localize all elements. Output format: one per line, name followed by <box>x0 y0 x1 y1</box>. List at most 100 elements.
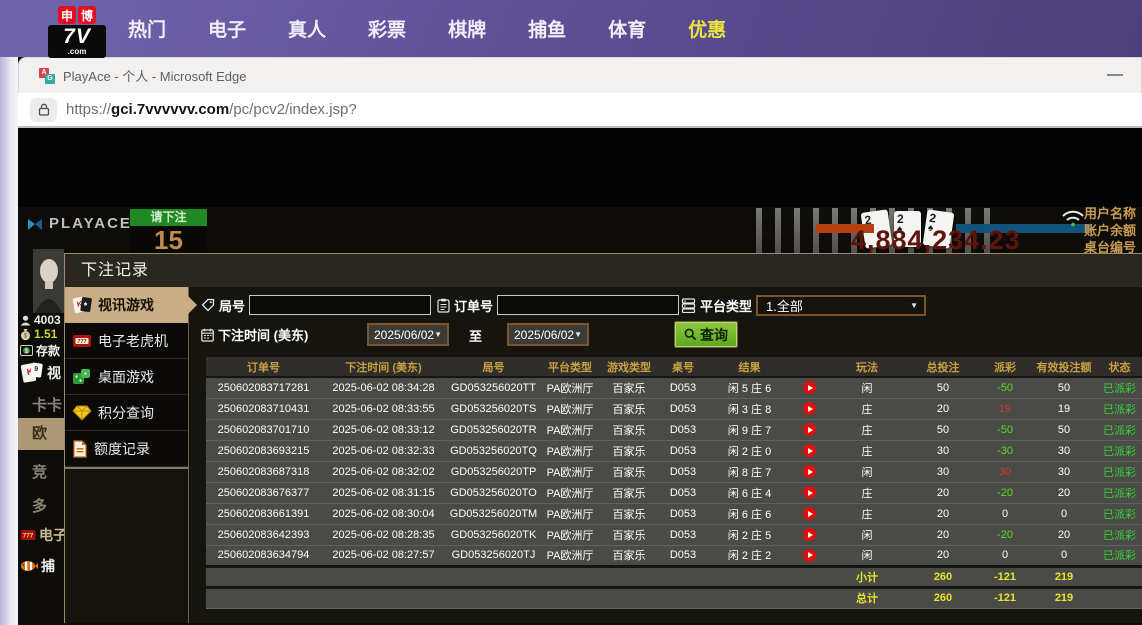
cell-total-bet: 30 <box>908 440 978 461</box>
table-header-row: 订单号下注时间 (美东)局号平台类型游戏类型桌号结果玩法总投注派彩有效投注额状态 <box>206 357 1142 377</box>
tab-credit-records[interactable]: 额度记录 <box>65 431 188 467</box>
rail-duo-item[interactable]: 多 <box>18 495 47 516</box>
address-bar[interactable]: https://gci.7vvvvvv.com/pc/pcv2/index.js… <box>18 93 1142 128</box>
tab-points-query[interactable]: 积分查询 <box>65 395 188 431</box>
rail-duo-label: 多 <box>32 495 47 516</box>
rail-video-item[interactable]: K9 视 <box>20 360 61 386</box>
cell-round-no: GD053256020TR <box>446 419 541 440</box>
cell-valid-bet: 50 <box>1032 419 1096 440</box>
logo-badge-shen: 申 <box>58 6 76 24</box>
cell-table-no: D053 <box>659 440 707 461</box>
cell-replay <box>792 377 826 398</box>
replay-play-icon[interactable] <box>803 486 816 499</box>
date-range-to: 至 <box>469 326 482 345</box>
subtotal-payout: -121 <box>978 566 1032 587</box>
screen: 热门 电子 真人 彩票 棋牌 捕鱼 体育 优惠 申 博 7V .com AG P… <box>0 0 1142 625</box>
platform-filter: 平台类型 1.全部 ▼ <box>681 295 926 316</box>
cell-result: 闲 2 庄 2 <box>707 545 792 566</box>
column-header: 有效投注额 <box>1032 357 1096 377</box>
url-text[interactable]: https://gci.7vvvvvv.com/pc/pcv2/index.js… <box>66 101 357 118</box>
cell-order-no: 250602083661391 <box>206 503 321 524</box>
replay-play-icon[interactable] <box>803 549 816 562</box>
cell-table-no: D053 <box>659 377 707 398</box>
shenbo-7v-logo[interactable]: 申 博 7V .com <box>48 6 106 58</box>
cell-status: 已派彩 <box>1096 398 1142 419</box>
tab-table-games[interactable]: 桌面游戏 <box>65 359 188 395</box>
chevron-down-icon: ▼ <box>910 301 918 310</box>
cell-payout: 30 <box>978 461 1032 482</box>
table-row: 250602083661391 2025-06-02 08:30:04 GD05… <box>206 503 1142 524</box>
nav-item-promotions[interactable]: 优惠 <box>688 15 726 42</box>
date-from-select[interactable]: 2025/06/02 ▼ <box>367 323 449 346</box>
rail-kaka-item[interactable]: 卡卡 <box>18 394 62 415</box>
nav-item-slots[interactable]: 电子 <box>208 15 246 42</box>
rail-slots-item[interactable]: 777 电子 <box>20 525 64 545</box>
table-row: 250602083634794 2025-06-02 08:27:57 GD05… <box>206 545 1142 566</box>
replay-play-icon[interactable] <box>803 528 816 541</box>
nav-item-live[interactable]: 真人 <box>288 15 326 42</box>
rail-europe-item-selected[interactable]: 欧 <box>18 418 64 450</box>
replay-play-icon[interactable] <box>803 444 816 457</box>
deposit-icon: $ <box>20 345 33 356</box>
deposit-item[interactable]: $ 存款 <box>20 342 60 359</box>
window-titlebar: AG PlayAce - 个人 - Microsoft Edge <box>18 57 1142 93</box>
cell-platform: PA欧洲厅 <box>541 419 599 440</box>
cell-platform: PA欧洲厅 <box>541 461 599 482</box>
site-nav: 热门 电子 真人 彩票 棋牌 捕鱼 体育 优惠 <box>128 0 726 57</box>
search-button[interactable]: 查询 <box>675 322 737 347</box>
cell-bet-time: 2025-06-02 08:30:04 <box>321 503 446 524</box>
cell-table-no: D053 <box>659 398 707 419</box>
platform-select[interactable]: 1.全部 ▼ <box>756 295 926 316</box>
cell-payout: 0 <box>978 545 1032 566</box>
cell-bet-time: 2025-06-02 08:28:35 <box>321 524 446 545</box>
table-row: 250602083693215 2025-06-02 08:32:33 GD05… <box>206 440 1142 461</box>
replay-play-icon[interactable] <box>803 381 816 394</box>
column-header <box>792 357 826 377</box>
cell-payout: -50 <box>978 377 1032 398</box>
cell-game-type: 百家乐 <box>599 482 659 503</box>
replay-play-icon[interactable] <box>803 402 816 415</box>
cell-status: 已派彩 <box>1096 524 1142 545</box>
replay-play-icon[interactable] <box>803 507 816 520</box>
rail-jing-item[interactable]: 竞 <box>18 461 47 482</box>
nav-item-boardgames[interactable]: 棋牌 <box>448 15 486 42</box>
replay-play-icon[interactable] <box>803 423 816 436</box>
cell-result: 闲 6 庄 6 <box>707 503 792 524</box>
nav-item-fishing[interactable]: 捕鱼 <box>528 15 566 42</box>
cell-game-type: 百家乐 <box>599 524 659 545</box>
edge-window: AG PlayAce - 个人 - Microsoft Edge https:/… <box>18 57 1142 625</box>
tab-live-games[interactable]: K♠ 视讯游戏 <box>65 287 188 323</box>
replay-play-icon[interactable] <box>803 465 816 478</box>
rail-jing-label: 竞 <box>32 461 47 482</box>
nav-item-sports[interactable]: 体育 <box>608 15 646 42</box>
cell-round-no: GD053256020TP <box>446 461 541 482</box>
nav-item-hot[interactable]: 热门 <box>128 15 166 42</box>
dice-icon <box>72 368 92 386</box>
tab-slots[interactable]: 777 电子老虎机 <box>65 323 188 359</box>
date-to-select[interactable]: 2025/06/02 ▼ <box>507 323 589 346</box>
grand-total-payout: -121 <box>978 587 1032 608</box>
balance-value: 1.51 <box>34 327 57 341</box>
cell-valid-bet: 20 <box>1032 524 1096 545</box>
avatar[interactable] <box>33 249 64 313</box>
cell-platform: PA欧洲厅 <box>541 440 599 461</box>
cell-order-no: 250602083710431 <box>206 398 321 419</box>
round-input[interactable] <box>249 295 431 315</box>
column-header: 游戏类型 <box>599 357 659 377</box>
round-filter-label: 局号 <box>219 296 245 315</box>
order-input[interactable] <box>497 295 679 315</box>
cards-icon: K♠ <box>72 294 92 316</box>
bet-time-filter: 下注时间 (美东) <box>201 325 308 344</box>
nav-item-lottery[interactable]: 彩票 <box>368 15 406 42</box>
cell-status: 已派彩 <box>1096 482 1142 503</box>
cell-result: 闲 2 庄 5 <box>707 524 792 545</box>
cell-payout: 19 <box>978 398 1032 419</box>
clownfish-icon <box>20 559 38 573</box>
lock-icon[interactable] <box>30 98 57 122</box>
account-balance-label: 账户余额 <box>1084 222 1142 239</box>
rail-fishing-item[interactable]: 捕 <box>20 556 55 576</box>
modal-tab-list: K♠ 视讯游戏 777 电子老虎机 桌面游戏 <box>65 287 189 623</box>
minimize-button[interactable] <box>1107 74 1123 76</box>
cell-payout: -50 <box>978 419 1032 440</box>
cell-play-type: 庄 <box>826 482 908 503</box>
